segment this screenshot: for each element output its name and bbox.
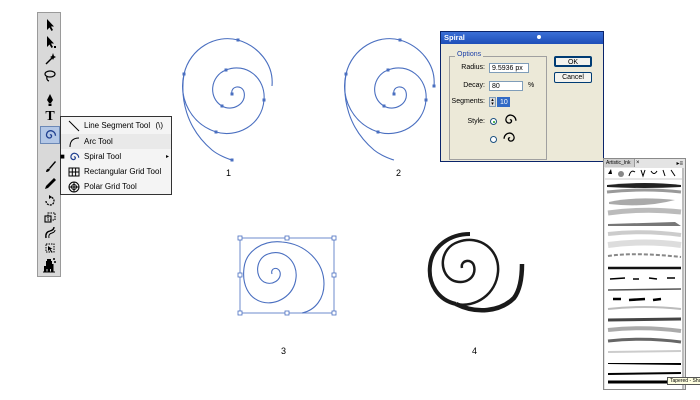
decay-field[interactable]: 80 — [489, 81, 523, 91]
bar-graph-icon — [43, 262, 55, 273]
radius-field[interactable]: 9.5936 px — [489, 63, 529, 73]
segments-stepper[interactable]: ▴ ▾ — [489, 97, 496, 107]
warp-tool[interactable] — [41, 225, 59, 241]
polar-grid-icon — [68, 181, 80, 192]
free-transform-tool[interactable] — [41, 240, 59, 256]
brush-library-panel: Artistic_Ink × ▸≡ — [603, 158, 686, 390]
type-icon: T — [45, 109, 55, 124]
magic-wand-tool[interactable] — [41, 51, 59, 67]
brush-list-scrollbar[interactable] — [682, 168, 684, 389]
spiral-counterclockwise-icon — [503, 132, 515, 142]
options-legend: Options — [455, 51, 484, 58]
figure-label-2: 2 — [396, 168, 402, 178]
pencil-icon — [45, 178, 56, 189]
flyout-item-rectangular-grid[interactable]: Rectangular Grid Tool — [61, 164, 171, 179]
scale-tool[interactable] — [41, 210, 59, 226]
flyout-item-line-segment[interactable]: Line Segment Tool (\) — [61, 118, 171, 133]
stepper-down-icon: ▾ — [491, 101, 494, 107]
free-transform-icon — [45, 243, 55, 253]
tool-flyout-menu: Line Segment Tool (\) Arc Tool ■ Spiral … — [60, 116, 172, 195]
style-label: Style: — [467, 118, 485, 125]
calligraphic-brush-row — [608, 169, 676, 178]
paintbrush-tool[interactable] — [41, 159, 59, 175]
spiral-icon — [70, 152, 80, 160]
decay-unit: % — [528, 82, 535, 89]
radius-label: Radius: — [461, 64, 485, 71]
rotate-icon — [45, 195, 55, 206]
lasso-icon — [44, 70, 56, 82]
selection-tool[interactable] — [41, 17, 59, 33]
flyout-item-label: Spiral Tool — [84, 152, 122, 161]
direct-selection-tool[interactable] — [41, 34, 59, 50]
hollow-arrow-icon — [47, 36, 56, 48]
graph-tool[interactable] — [40, 258, 58, 274]
type-tool[interactable]: T — [41, 109, 59, 125]
pen-icon — [47, 94, 53, 106]
figure-label-3: 3 — [281, 346, 287, 356]
spiral-icon — [45, 130, 57, 139]
flyout-item-label: Rectangular Grid Tool — [84, 167, 162, 176]
flyout-item-label: Line Segment Tool — [84, 121, 151, 130]
spiral-figure-4[interactable] — [420, 228, 530, 320]
flyout-item-shortcut: (\) — [155, 121, 163, 130]
pencil-tool[interactable] — [41, 176, 59, 192]
paintbrush-icon — [46, 161, 56, 172]
spiral-figure-2[interactable] — [334, 28, 444, 168]
line-segment-icon — [68, 120, 80, 131]
flyout-item-label: Polar Grid Tool — [84, 182, 137, 191]
warp-icon — [45, 226, 56, 239]
brush-list — [605, 168, 684, 389]
spiral-tool[interactable] — [40, 126, 60, 144]
brush-library-tab[interactable]: Artistic_Ink — [604, 159, 635, 167]
toolbox: T — [37, 12, 61, 277]
dialog-title[interactable]: Spiral — [441, 32, 603, 44]
tab-close-icon[interactable]: × — [636, 159, 640, 167]
ok-button[interactable]: OK — [554, 56, 592, 67]
spiral-figure-1[interactable] — [172, 28, 282, 168]
pen-tool[interactable] — [41, 92, 59, 108]
decay-label: Decay: — [463, 82, 485, 89]
lasso-tool[interactable] — [41, 68, 59, 84]
flyout-item-label: Arc Tool — [84, 137, 113, 146]
current-tool-bullet-icon: ■ — [60, 152, 65, 161]
figure-label-1: 1 — [226, 168, 232, 178]
spiral-figure-3[interactable] — [236, 234, 340, 318]
arc-icon — [69, 137, 80, 147]
style-radio-counterclockwise[interactable] — [490, 136, 497, 143]
title-bar-dot-icon — [537, 35, 541, 39]
spiral-dialog: Spiral Options Radius: 9.5936 px Decay: … — [440, 31, 604, 162]
rectangular-grid-icon — [68, 167, 80, 176]
figure-label-4: 4 — [472, 346, 478, 356]
style-radio-clockwise[interactable] — [490, 118, 497, 125]
rotate-tool[interactable] — [41, 193, 59, 209]
flyout-item-polar-grid[interactable]: Polar Grid Tool — [61, 179, 171, 194]
magic-wand-icon — [45, 53, 56, 65]
submenu-arrow-icon: ▸ — [165, 154, 169, 160]
segments-field[interactable]: 10 — [497, 97, 510, 107]
spiral-clockwise-icon — [505, 114, 517, 124]
panel-menu-icon[interactable]: ▸≡ — [676, 160, 683, 167]
brush-strokes — [605, 169, 684, 384]
scale-icon — [44, 212, 56, 223]
flyout-item-spiral[interactable]: ■ Spiral Tool ▸ — [60, 149, 171, 164]
cancel-button[interactable]: Cancel — [554, 72, 592, 83]
segments-label: Segments: — [451, 98, 485, 105]
flyout-item-arc[interactable]: Arc Tool — [61, 134, 171, 149]
arrow-icon — [47, 19, 54, 31]
brush-tooltip: Tapered - Sharp — [667, 377, 700, 385]
